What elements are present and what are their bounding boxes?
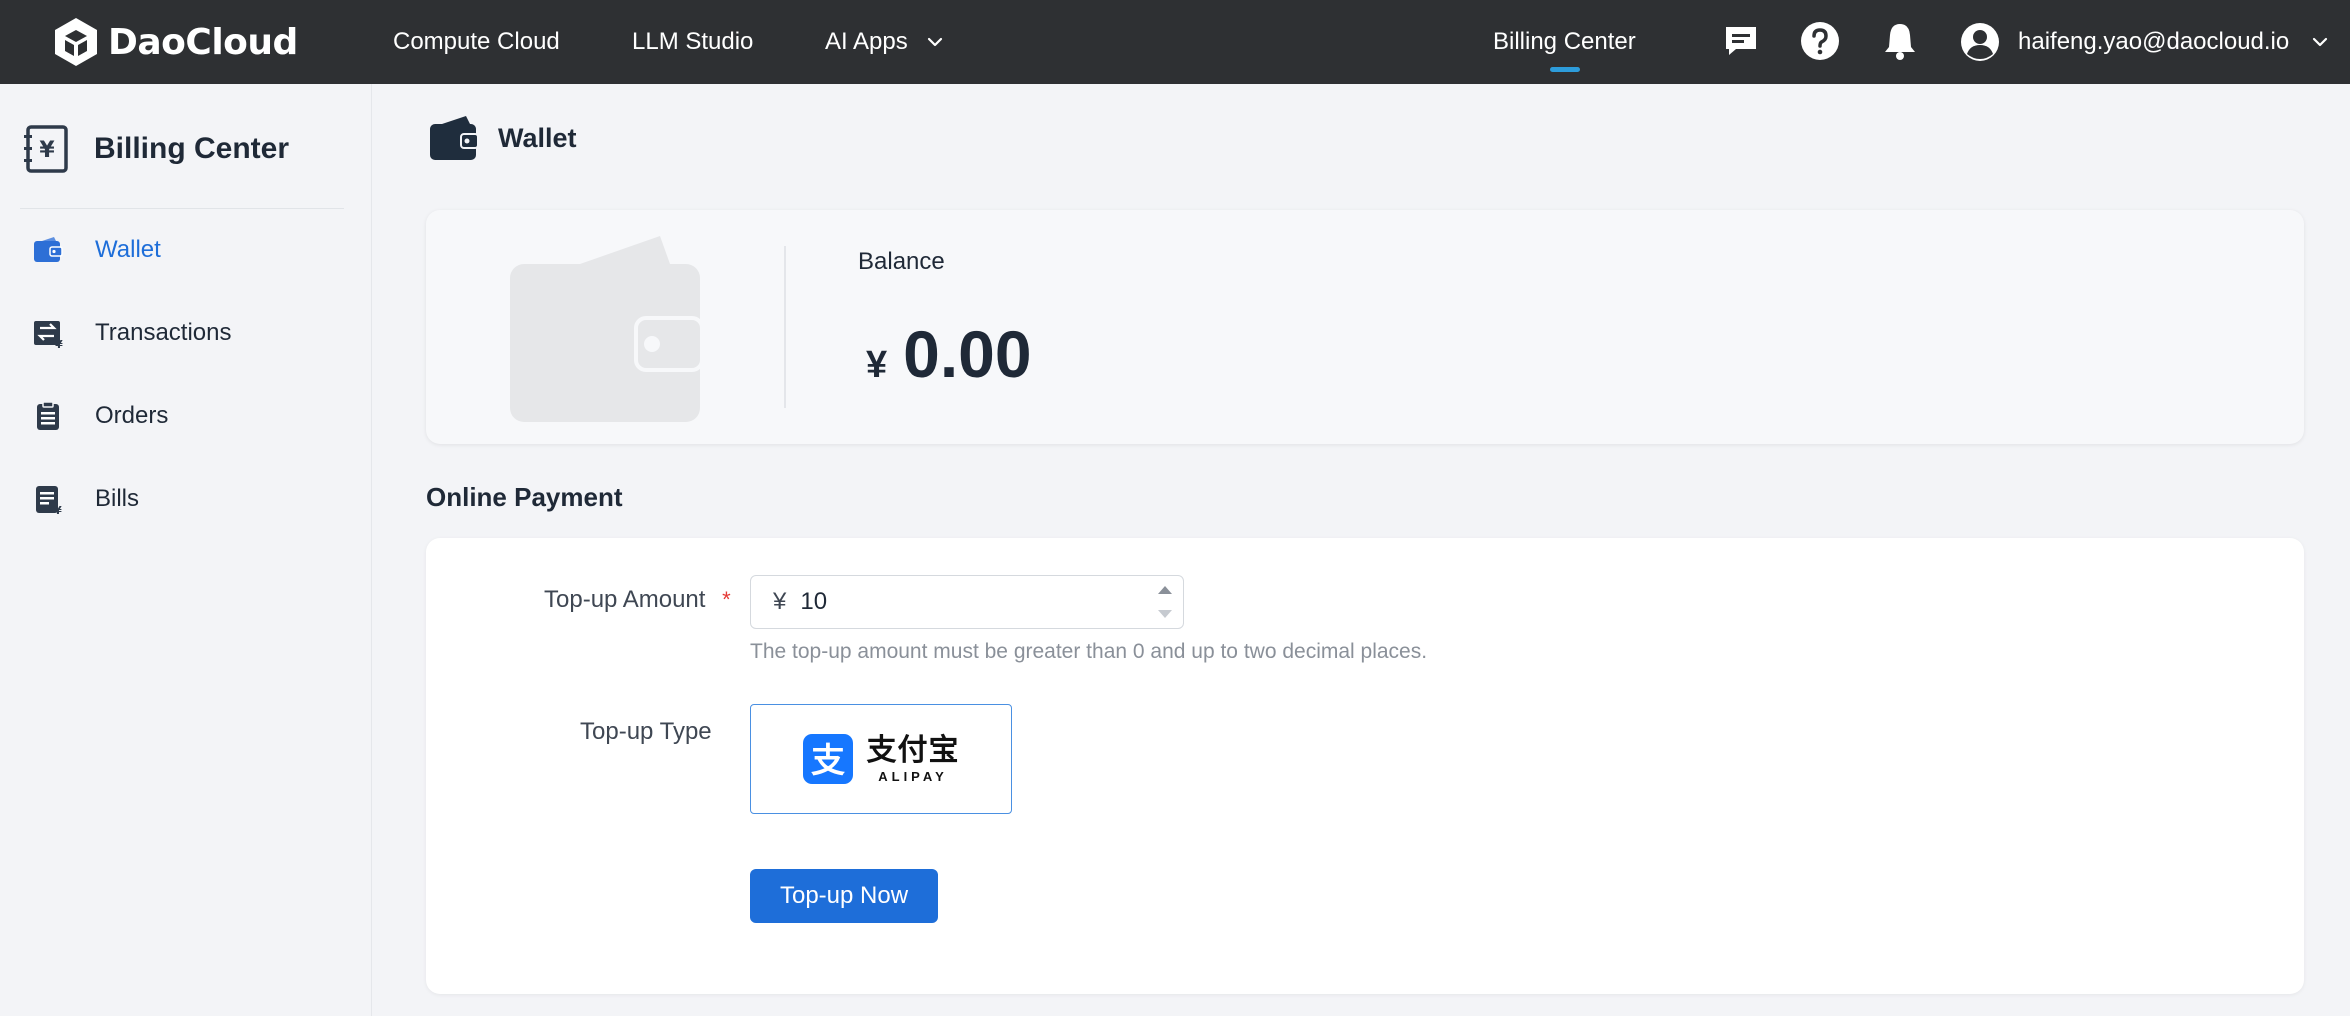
stepper-up-icon[interactable] <box>1158 586 1172 594</box>
alipay-icon: 支 <box>802 734 853 784</box>
nav-compute-cloud[interactable]: Compute Cloud <box>393 0 560 84</box>
online-payment-form: Top-up Amount * ¥ The top-up amount must… <box>426 538 2304 994</box>
alipay-option[interactable]: 支 支付宝 ALIPAY <box>750 704 1012 814</box>
chevron-down-icon <box>2313 37 2328 47</box>
page-title: Wallet <box>498 122 577 153</box>
balance-label: Balance <box>858 248 945 275</box>
balance-amount: ¥ 0.00 <box>866 316 1032 392</box>
sidebar: ¥ Billing Center Wallet ¥ Transactions O… <box>0 84 372 1016</box>
online-payment-title: Online Payment <box>426 482 623 512</box>
balance-card: Balance ¥ 0.00 <box>426 210 2304 444</box>
sidebar-header: ¥ Billing Center <box>22 122 289 176</box>
top-nav-bar: DaoCloud Compute Cloud LLM Studio AI App… <box>0 0 2350 84</box>
top-up-amount-label: Top-up Amount * <box>544 586 731 614</box>
page-header: Wallet <box>428 112 577 164</box>
message-button[interactable] <box>1720 20 1762 62</box>
alipay-en-label: ALIPAY <box>878 768 948 784</box>
user-email: haifeng.yao@daocloud.io <box>2018 28 2290 55</box>
alipay-logo: 支 支付宝 ALIPAY <box>802 733 960 784</box>
nav-compute-cloud-label: Compute Cloud <box>393 28 560 55</box>
top-up-amount-label-text: Top-up Amount <box>544 586 706 613</box>
transactions-icon: ¥ <box>34 321 63 349</box>
sidebar-item-orders[interactable]: Orders <box>0 386 372 446</box>
sidebar-item-label: Transactions <box>95 319 232 346</box>
amount-value-field[interactable] <box>800 588 1101 616</box>
daocloud-logo-icon <box>55 18 97 66</box>
amount-hint: The top-up amount must be greater than 0… <box>750 640 1428 663</box>
nav-billing-center-label: Billing Center <box>1493 28 1636 55</box>
wallet-illustration-icon <box>510 236 702 422</box>
balance-currency: ¥ <box>866 344 888 386</box>
top-up-amount-input[interactable]: ¥ <box>750 575 1184 629</box>
bell-icon <box>1885 24 1915 60</box>
message-icon <box>1726 27 1756 55</box>
amount-currency-prefix: ¥ <box>773 588 787 615</box>
nav-ai-apps-label: AI Apps <box>825 28 908 55</box>
sidebar-item-label: Orders <box>95 402 169 429</box>
sidebar-item-transactions[interactable]: ¥ Transactions <box>0 303 372 363</box>
active-nav-indicator <box>1550 67 1580 72</box>
nav-llm-studio[interactable]: LLM Studio <box>632 0 753 84</box>
nav-billing-center[interactable]: Billing Center <box>1493 0 1636 84</box>
sidebar-item-wallet[interactable]: Wallet <box>0 220 372 280</box>
wallet-icon <box>34 237 63 262</box>
sidebar-item-label: Wallet <box>95 236 161 263</box>
wallet-icon <box>430 116 478 160</box>
top-up-now-button[interactable]: Top-up Now <box>750 869 938 923</box>
user-menu[interactable]: haifeng.yao@daocloud.io <box>1960 0 2329 84</box>
required-mark: * <box>722 587 731 612</box>
svg-text:¥: ¥ <box>55 338 63 349</box>
user-avatar-icon <box>1961 23 1999 61</box>
sidebar-divider <box>20 208 344 209</box>
brand-logo[interactable]: DaoCloud <box>52 12 298 72</box>
svg-text:¥: ¥ <box>39 138 55 163</box>
top-up-type-label: Top-up Type <box>580 718 712 745</box>
billing-center-icon: ¥ <box>24 125 68 173</box>
bills-icon: ¥ <box>36 486 62 515</box>
nav-ai-apps[interactable]: AI Apps <box>825 0 944 84</box>
brand-name: DaoCloud <box>108 21 298 63</box>
balance-divider <box>784 246 786 408</box>
orders-icon <box>37 401 59 430</box>
svg-text:支: 支 <box>811 741 845 781</box>
sidebar-item-bills[interactable]: ¥ Bills <box>0 469 372 529</box>
amount-stepper[interactable] <box>1153 580 1177 624</box>
notifications-button[interactable] <box>1879 20 1921 62</box>
svg-text:¥: ¥ <box>54 504 62 515</box>
help-icon <box>1801 22 1839 60</box>
stepper-down-icon[interactable] <box>1158 610 1172 618</box>
nav-llm-studio-label: LLM Studio <box>632 28 754 55</box>
help-button[interactable] <box>1799 20 1841 62</box>
sidebar-item-label: Bills <box>95 485 140 512</box>
alipay-cn-label: 支付宝 <box>866 733 960 767</box>
chevron-down-icon <box>927 37 942 47</box>
balance-value: 0.00 <box>903 317 1032 391</box>
sidebar-title: Billing Center <box>94 132 290 165</box>
